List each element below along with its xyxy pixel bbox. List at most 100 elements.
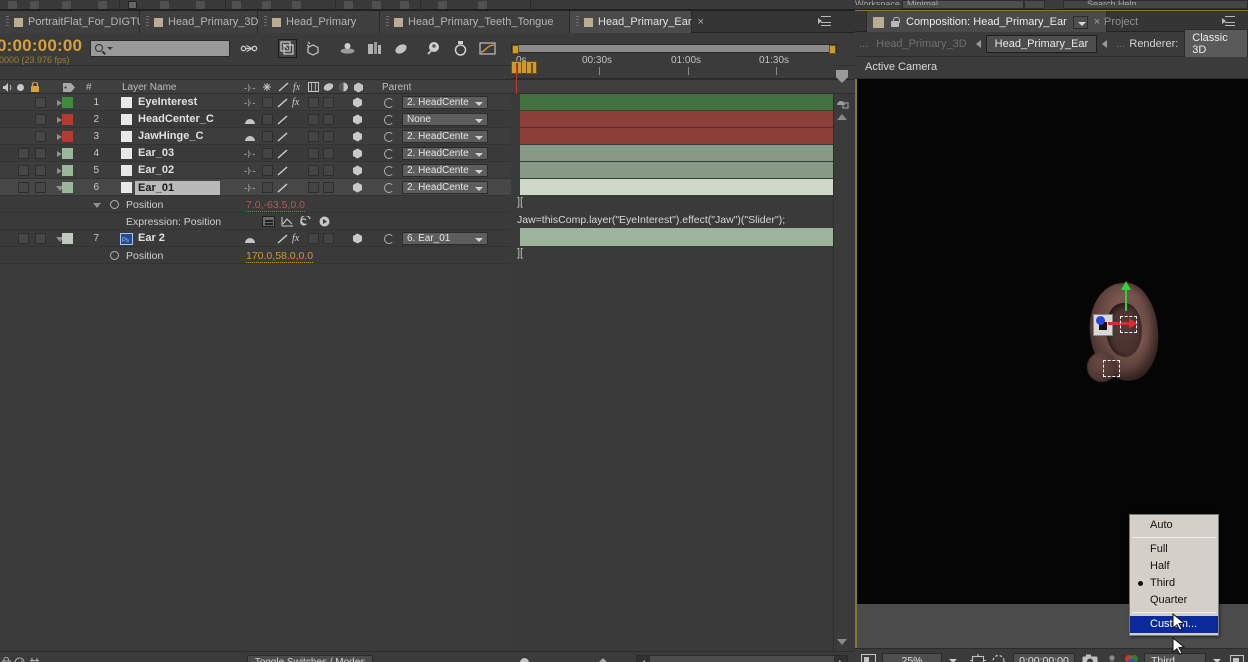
lock-toggle[interactable] [35, 97, 46, 108]
layer-bar[interactable] [520, 128, 841, 144]
type-tool-icon[interactable] [262, 1, 271, 9]
lock-toggle[interactable] [35, 131, 46, 142]
shy-switch[interactable] [262, 131, 273, 142]
fx-switch[interactable]: fx [292, 233, 299, 244]
chevron-down-icon[interactable] [107, 47, 113, 50]
composition-panel-menu-icon[interactable] [1222, 16, 1238, 28]
always-preview-icon[interactable] [860, 653, 877, 662]
expression-language-menu-icon[interactable] [319, 216, 332, 227]
layer-bar[interactable] [520, 94, 841, 110]
parent-select[interactable]: None [402, 113, 488, 126]
comp-mini-flowchart-icon[interactable] [835, 96, 849, 110]
shy-switch[interactable]: -ᚦ- [244, 149, 255, 159]
zoom-select[interactable]: 25% [882, 653, 942, 662]
3d-switch[interactable] [352, 165, 363, 179]
tab-close-icon[interactable]: × [698, 16, 704, 28]
pan-behind-tool-icon[interactable] [160, 1, 169, 9]
search-input[interactable] [90, 40, 230, 57]
selection-box[interactable] [1120, 316, 1137, 333]
expression-controls[interactable] [262, 216, 332, 227]
label-color-swatch[interactable] [62, 182, 73, 193]
comp-settings-button[interactable] [451, 39, 470, 58]
parent-select[interactable]: 2. HeadCente [402, 96, 488, 109]
tab-head-primary-teeth-tongue[interactable]: Head_Primary_Teeth_Tongue [380, 11, 570, 33]
frame-blend-switch[interactable] [308, 97, 319, 108]
brush-tool-icon[interactable] [292, 1, 301, 9]
lock-toggle[interactable] [35, 114, 46, 125]
label-color-swatch[interactable] [62, 97, 73, 108]
selection-tool-icon[interactable] [8, 1, 17, 9]
layer-name[interactable]: Ear_02 [138, 164, 174, 176]
lock-icon[interactable] [890, 16, 900, 28]
work-area-end-handle[interactable] [829, 45, 836, 54]
menu-item-half[interactable]: Half [1130, 558, 1218, 575]
lock-toggle[interactable] [35, 233, 46, 244]
roto-brush-tool-icon[interactable] [400, 1, 409, 9]
collapse-switch[interactable] [262, 148, 273, 159]
quality-switch[interactable] [277, 166, 288, 179]
collapse-switch[interactable] [244, 116, 256, 128]
label-color-swatch[interactable] [62, 233, 73, 244]
timeline-tab-bar[interactable]: PortraitFlat_For_DIGTUT Head_Primary_3D … [0, 11, 855, 33]
frame-blend-switch[interactable] [308, 148, 319, 159]
tab-grip[interactable] [386, 16, 389, 28]
quality-switch[interactable] [277, 149, 288, 162]
expression-text[interactable]: Jaw=thisComp.layer("EyeInterest").effect… [517, 214, 785, 226]
zoom-dropdown-arrow[interactable] [942, 653, 964, 662]
puppet-tool-icon[interactable] [438, 1, 447, 9]
pickwhip-icon[interactable] [300, 216, 313, 227]
shy-switch[interactable]: -ᚦ- [244, 183, 255, 193]
property-value[interactable]: 170.0,58.0,0.0 [246, 250, 314, 263]
motion-blur-switch[interactable] [323, 131, 334, 142]
tab-portraitflat-for-digtut[interactable]: PortraitFlat_For_DIGTUT [0, 11, 151, 33]
label-color-swatch[interactable] [62, 148, 73, 159]
lock-icon[interactable] [2, 656, 11, 662]
frame-blending-button[interactable] [278, 39, 297, 58]
collapse-switch[interactable] [244, 235, 256, 247]
timeline-horizontal-scrollbar[interactable] [636, 655, 848, 662]
resolution-dropdown-arrow[interactable] [1206, 653, 1228, 662]
motion-blur-switch[interactable] [323, 97, 334, 108]
layer-name[interactable]: EyeInterest [138, 96, 197, 108]
work-area-marker-end[interactable] [526, 61, 537, 74]
quality-switch[interactable] [277, 234, 288, 247]
timeline-vertical-scrollbar[interactable] [833, 94, 848, 651]
shy-switch[interactable]: -ᚦ- [244, 98, 255, 108]
breadcrumb-ellipsis-left[interactable]: ... [859, 38, 868, 50]
work-area-start-handle[interactable] [512, 45, 519, 54]
current-timecode[interactable]: 0:00:00:00 [0, 36, 82, 56]
label-color-swatch[interactable] [62, 165, 73, 176]
timeline-scroll-down-arrow[interactable] [837, 639, 847, 645]
collapse-switch[interactable] [262, 182, 273, 193]
tab-head-primary[interactable]: Head_Primary [258, 11, 380, 33]
layer-bar[interactable] [520, 145, 841, 161]
3d-switch[interactable] [352, 233, 363, 247]
lock-toggle[interactable] [35, 165, 46, 176]
breadcrumb-parent[interactable]: Head_Primary_3D [876, 38, 966, 50]
solo-toggle[interactable] [18, 165, 29, 176]
parent-select[interactable]: 6. Ear_01 [402, 232, 488, 245]
hand-tool-icon[interactable] [30, 1, 39, 9]
mask-icon[interactable] [991, 654, 1006, 662]
parent-pickwhip-icon[interactable] [384, 115, 394, 125]
parent-pickwhip-icon[interactable] [384, 166, 394, 176]
menu-item-custom[interactable]: Custom... [1130, 616, 1218, 633]
timeline-scroll-up-arrow[interactable] [837, 114, 847, 120]
stopwatch-icon[interactable] [110, 251, 119, 260]
tab-grip[interactable] [576, 16, 579, 28]
layers-stack-button[interactable] [392, 39, 411, 58]
lock-toggle[interactable] [35, 182, 46, 193]
twirl-arrow-icon[interactable] [93, 203, 101, 208]
motion-blur-switch[interactable] [323, 114, 334, 125]
composition-tab-dropdown[interactable] [1072, 15, 1088, 29]
tab-grip[interactable] [146, 16, 149, 28]
menu-item-third[interactable]: Third [1130, 575, 1218, 592]
hide-shy-layers-icon[interactable] [14, 657, 25, 662]
solo-toggle[interactable] [18, 233, 29, 244]
frame-blend-switch[interactable] [308, 182, 319, 193]
3d-axis-y-arrow-icon[interactable] [1119, 281, 1133, 311]
layer-bar[interactable] [520, 162, 841, 178]
frame-blend-switch[interactable] [308, 114, 319, 125]
collapse-switch[interactable] [244, 133, 256, 145]
shape-tool-icon[interactable] [196, 1, 205, 9]
